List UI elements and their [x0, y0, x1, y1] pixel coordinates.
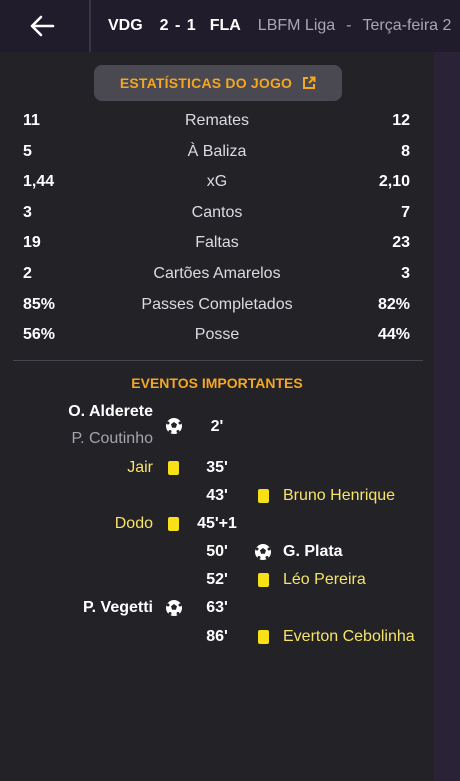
stat-away-value: 8	[401, 142, 410, 160]
soccer-ball-icon	[166, 418, 182, 434]
events-title: EVENTOS IMPORTANTES	[131, 375, 303, 391]
away-team: FLA	[209, 17, 241, 34]
event-player[interactable]: O. Alderete	[68, 403, 153, 421]
stat-away-value: 23	[392, 234, 410, 252]
league-name[interactable]: LBFM Liga	[258, 17, 335, 35]
event-assist-name: P. Coutinho	[71, 430, 153, 447]
stats-table: 11 Remates 12 5 À Baliza 8 1,44 xG 2,10 …	[0, 107, 434, 352]
stat-row: 85% Passes Completados 82%	[0, 291, 434, 322]
stat-row: 3 Cantos 7	[0, 199, 434, 230]
event-player[interactable]: G. Plata	[283, 543, 343, 561]
event-player[interactable]: Jair	[127, 459, 153, 477]
event-player[interactable]: Léo Pereira	[283, 571, 366, 589]
stat-away-value: 7	[401, 203, 410, 221]
event-player[interactable]: Everton Cebolinha	[283, 628, 415, 646]
event-minute: 35'	[206, 459, 228, 476]
yellow-card-icon	[258, 489, 269, 503]
stat-label: Remates	[184, 112, 250, 129]
event-player[interactable]: P. Vegetti	[83, 599, 153, 617]
stat-row: 19 Faltas 23	[0, 229, 434, 260]
arrow-left-icon	[30, 15, 55, 37]
stat-row: 56% Posse 44%	[0, 321, 434, 352]
event-minute: 45'+1	[197, 515, 237, 532]
match-stats-button[interactable]: ESTATÍSTICAS DO JOGO	[94, 65, 342, 101]
match-date: Terça-feira 2	[362, 17, 452, 34]
stat-label: xG	[206, 173, 228, 191]
yellow-card-icon	[168, 517, 179, 531]
yellow-card-icon	[168, 461, 179, 475]
event-minute: 86'	[206, 628, 228, 645]
soccer-ball-icon	[166, 600, 182, 616]
stat-row: 1,44 xG 2,10	[0, 168, 434, 199]
info-separator: -	[346, 17, 352, 34]
yellow-card-icon	[258, 573, 269, 587]
event-minute: 52'	[206, 571, 228, 588]
match-stats-panel: ESTATÍSTICAS DO JOGO 11 Remates 12 5 À B…	[0, 52, 434, 781]
stat-away-value: 2,10	[378, 173, 410, 191]
event-player[interactable]: Dodo	[115, 515, 153, 533]
back-button[interactable]	[14, 8, 70, 44]
stat-row: 11 Remates 12	[0, 107, 434, 138]
section-divider	[13, 360, 423, 361]
stat-label: Posse	[194, 326, 240, 344]
stat-row: 5 À Baliza 8	[0, 138, 434, 169]
event-minute: 2'	[210, 418, 224, 435]
event-minute: 50'	[206, 543, 228, 560]
side-panel-edge	[434, 52, 460, 781]
stat-away-value: 12	[392, 112, 410, 129]
stat-away-value: 44%	[377, 326, 410, 344]
stat-label: Passes Completados	[141, 295, 293, 313]
top-bar: VDG 2 - 1 FLA LBFM Liga - Terça-feira 2	[0, 0, 460, 52]
stat-label: Cartões Amarelos	[153, 264, 281, 282]
event-assist[interactable]: P. Coutinho	[71, 430, 153, 448]
stat-away-value: 82%	[377, 295, 410, 313]
event-minute: 63'	[206, 599, 228, 616]
stat-row: 2 Cartões Amarelos 3	[0, 260, 434, 291]
stat-label: À Baliza	[187, 142, 247, 160]
stat-away-value: 3	[401, 264, 410, 282]
event-minute: 43'	[206, 487, 228, 504]
match-stats-title: ESTATÍSTICAS DO JOGO	[119, 75, 293, 91]
stat-label: Cantos	[191, 203, 243, 221]
match-info: VDG 2 - 1 FLA LBFM Liga - Terça-feira 2	[108, 0, 451, 52]
event-player[interactable]: Bruno Henrique	[283, 487, 395, 505]
event-player-name: O. Alderete	[68, 403, 153, 420]
topbar-divider	[89, 0, 91, 52]
match-score: 2 - 1	[159, 17, 197, 34]
stat-label: Faltas	[195, 234, 239, 252]
yellow-card-icon	[258, 630, 269, 644]
home-team: VDG	[108, 17, 143, 34]
soccer-ball-icon	[255, 544, 271, 560]
external-link-icon	[302, 76, 316, 90]
